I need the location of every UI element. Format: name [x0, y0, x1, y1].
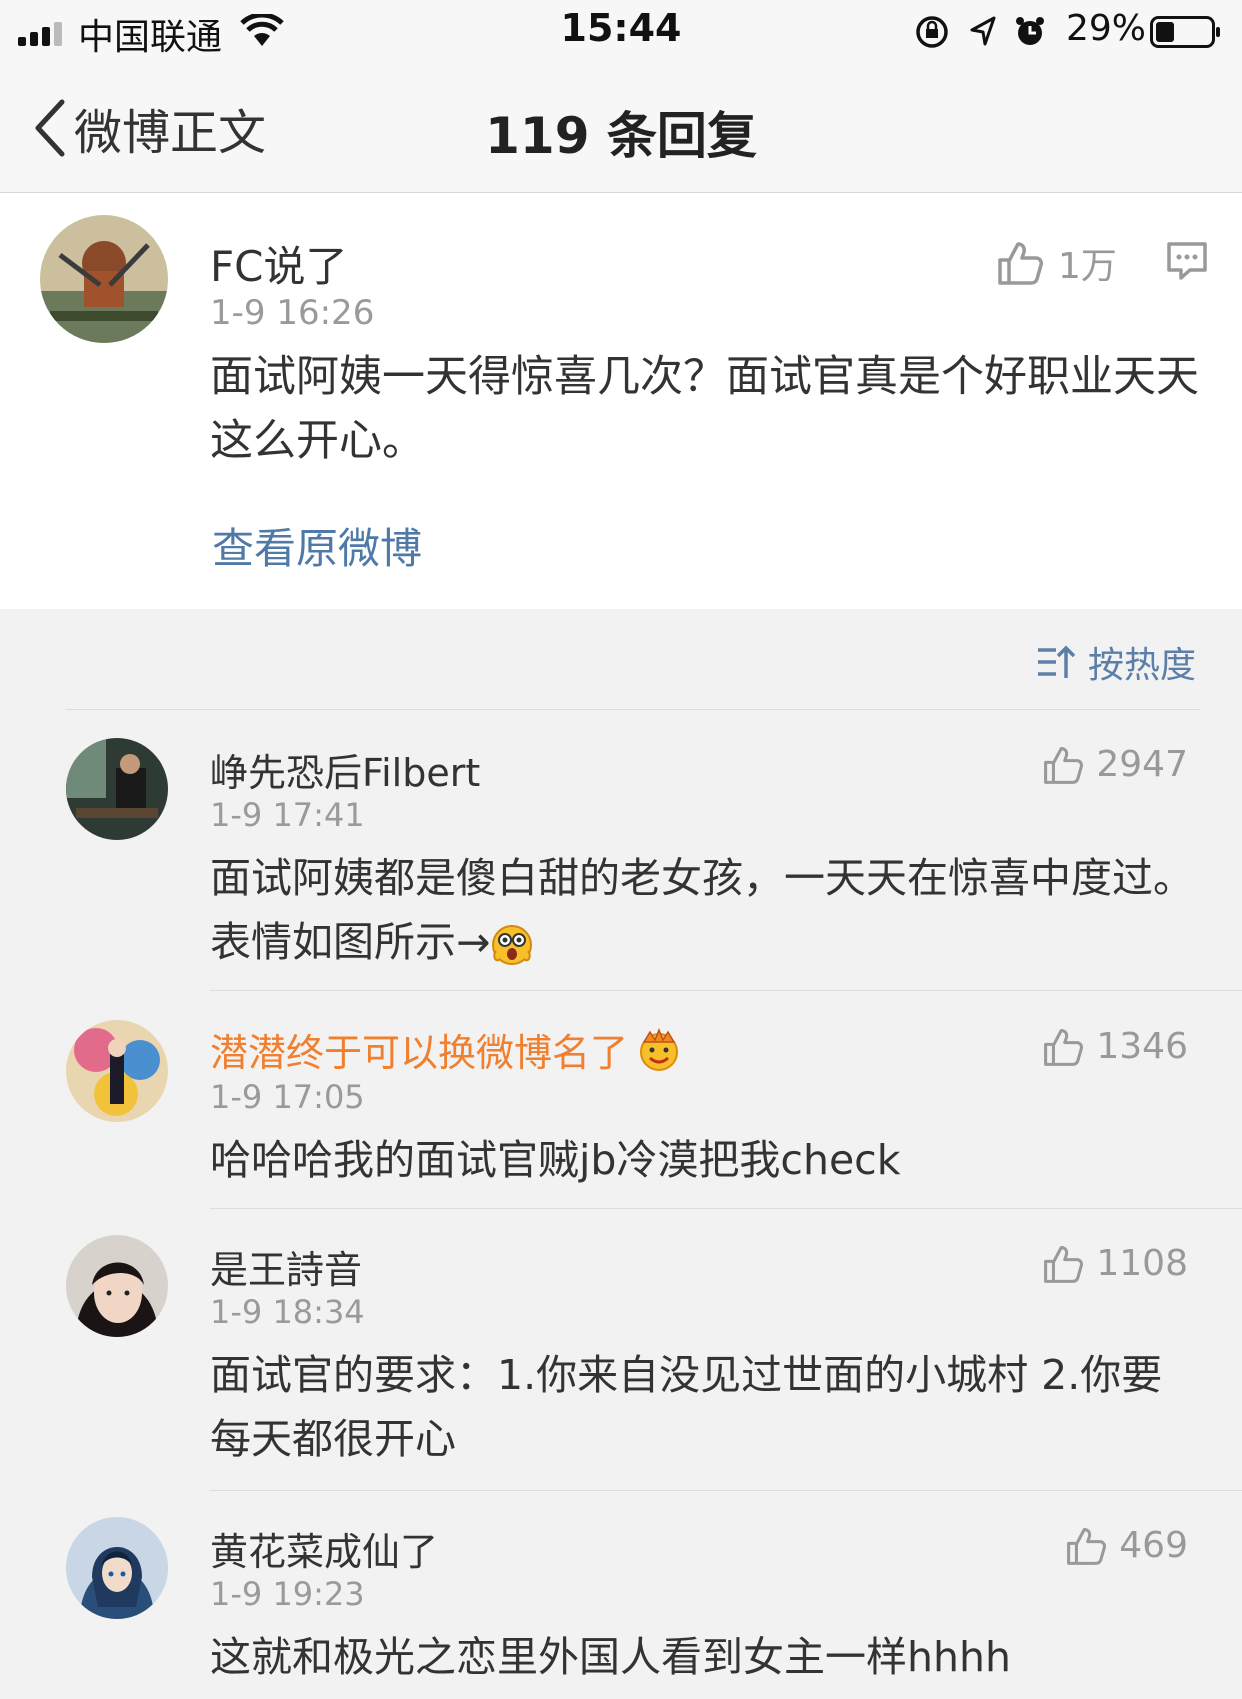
reply-item: 黄花菜成仙了 1-9 19:23 469 这就和极光之恋里外国人看到女主一样hh…	[0, 1491, 1242, 1699]
like-button[interactable]: 1万	[996, 237, 1117, 289]
thumbs-up-icon	[998, 242, 1043, 285]
thumbs-up-icon	[1044, 1028, 1084, 1066]
original-comment-card: FC说了 1-9 16:26 1万 面试阿姨一天得惊喜几次？面试官真是个好职业天…	[0, 193, 1242, 609]
like-button[interactable]: 1108	[1042, 1243, 1188, 1284]
reply-author[interactable]: 是王詩音	[210, 1239, 362, 1294]
avatar[interactable]	[66, 1517, 168, 1619]
view-original-link[interactable]: 查看原微博	[212, 515, 422, 576]
crown-badge-icon	[640, 1027, 679, 1071]
reply-text: 这就和极光之恋里外国人看到女主一样hhhh	[210, 1633, 1011, 1681]
reply-text: 面试阿姨都是傻白甜的老女孩，一天天在惊喜中度过。表情如图所示→	[210, 846, 1200, 974]
clock: 15:44	[560, 6, 682, 50]
divider	[210, 990, 1242, 991]
reply-author[interactable]: 峥先恐后Filbert	[210, 742, 480, 797]
like-count: 469	[1119, 1525, 1188, 1566]
reply-author-name: 潜潜终于可以换微博名了	[210, 1031, 629, 1075]
like-button[interactable]: 469	[1065, 1525, 1188, 1566]
timestamp: 1-9 16:26	[210, 293, 375, 333]
reply-item: 是王詩音 1-9 18:34 1108 面试官的要求：1.你来自没见过世面的小城…	[0, 1209, 1242, 1491]
reply-item: 峥先恐后Filbert 1-9 17:41 2947 面试阿姨都是傻白甜的老女孩…	[0, 710, 1242, 992]
reply-timestamp: 1-9 18:34	[210, 1293, 365, 1331]
sort-label: 按热度	[1088, 645, 1197, 686]
sort-button[interactable]: 按热度	[1036, 636, 1196, 688]
reply-timestamp: 1-9 19:23	[210, 1575, 365, 1613]
like-count: 1346	[1096, 1026, 1188, 1067]
reply-text: 哈哈哈我的面试官贼jb冷漠把我check	[210, 1136, 901, 1184]
reply-text-content: 面试阿姨都是傻白甜的老女孩，一天天在惊喜中度过。表情如图所示→	[210, 854, 1194, 966]
thumbs-up-icon	[1067, 1527, 1107, 1565]
reply-timestamp: 1-9 17:41	[210, 796, 365, 834]
status-bar: 中国联通 15:44 29%	[0, 0, 1242, 64]
surprised-face-icon	[492, 925, 533, 965]
avatar[interactable]	[66, 738, 168, 840]
comment-text: 面试阿姨一天得惊喜几次？面试官真是个好职业天天这么开心。	[210, 352, 1199, 466]
avatar[interactable]	[40, 215, 168, 343]
battery-percent: 29%	[1066, 8, 1147, 49]
sort-icon	[1038, 645, 1076, 678]
comment-icon[interactable]	[1166, 241, 1208, 281]
rotation-lock-icon	[916, 16, 948, 48]
like-button[interactable]: 1346	[1042, 1026, 1188, 1067]
like-button[interactable]: 2947	[1042, 744, 1188, 785]
location-arrow-icon	[970, 16, 996, 46]
navigation-bar: 微博正文 119 条回复	[0, 64, 1242, 193]
reply-text: 面试官的要求：1.你来自没见过世面的小城村 2.你要每天都很开心	[210, 1351, 1163, 1463]
like-count: 1108	[1096, 1243, 1188, 1284]
avatar[interactable]	[66, 1020, 168, 1122]
thumbs-up-icon	[1044, 746, 1084, 784]
reply-timestamp: 1-9 17:05	[210, 1078, 365, 1116]
page-title: 119 条回复	[485, 107, 757, 165]
avatar[interactable]	[66, 1235, 168, 1337]
thumbs-up-icon	[1044, 1245, 1084, 1283]
reply-author[interactable]: 潜潜终于可以换微博名了	[210, 1022, 682, 1077]
like-count: 1万	[1058, 246, 1117, 287]
alarm-icon	[1016, 17, 1044, 45]
reply-item: 潜潜终于可以换微博名了 1-9 17:05 1346 哈哈哈我的面试官贼jb冷漠…	[0, 992, 1242, 1209]
reply-author[interactable]: 黄花菜成仙了	[210, 1521, 438, 1576]
like-count: 2947	[1096, 744, 1188, 785]
battery-icon	[1150, 16, 1220, 48]
status-icons	[916, 16, 1044, 48]
author-name[interactable]: FC说了	[210, 233, 348, 294]
